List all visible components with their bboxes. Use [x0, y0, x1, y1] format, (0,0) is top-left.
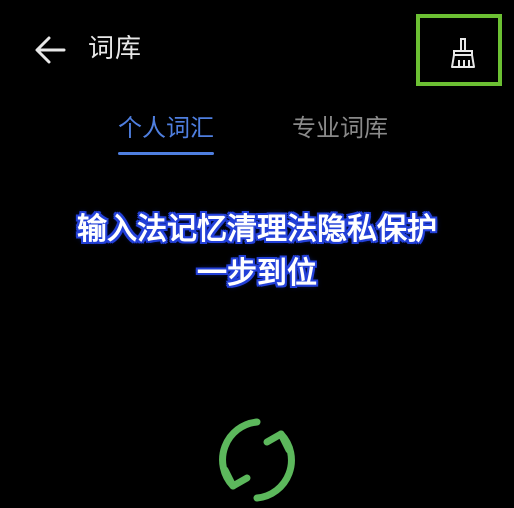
brush-icon	[451, 38, 475, 68]
refresh-icon	[219, 418, 295, 502]
tab-active-indicator	[118, 152, 214, 155]
overlay-caption: 输入法记忆清理法隐私保护 一步到位	[0, 208, 514, 296]
tab-label: 个人词汇	[118, 114, 214, 142]
back-button[interactable]	[30, 30, 70, 70]
caption-line-2: 一步到位	[197, 256, 317, 291]
tab-professional-dictionary[interactable]: 专业词库	[292, 108, 388, 164]
clean-button[interactable]	[416, 14, 502, 86]
arrow-left-icon	[35, 36, 66, 64]
page-title: 词库	[88, 34, 143, 64]
app-bar: 词库	[0, 0, 514, 96]
tab-label: 专业词库	[292, 114, 388, 142]
tab-personal-vocabulary[interactable]: 个人词汇	[118, 108, 214, 164]
caption-line-1: 输入法记忆清理法隐私保护	[77, 212, 437, 247]
tab-bar: 个人词汇 专业词库	[0, 108, 514, 164]
